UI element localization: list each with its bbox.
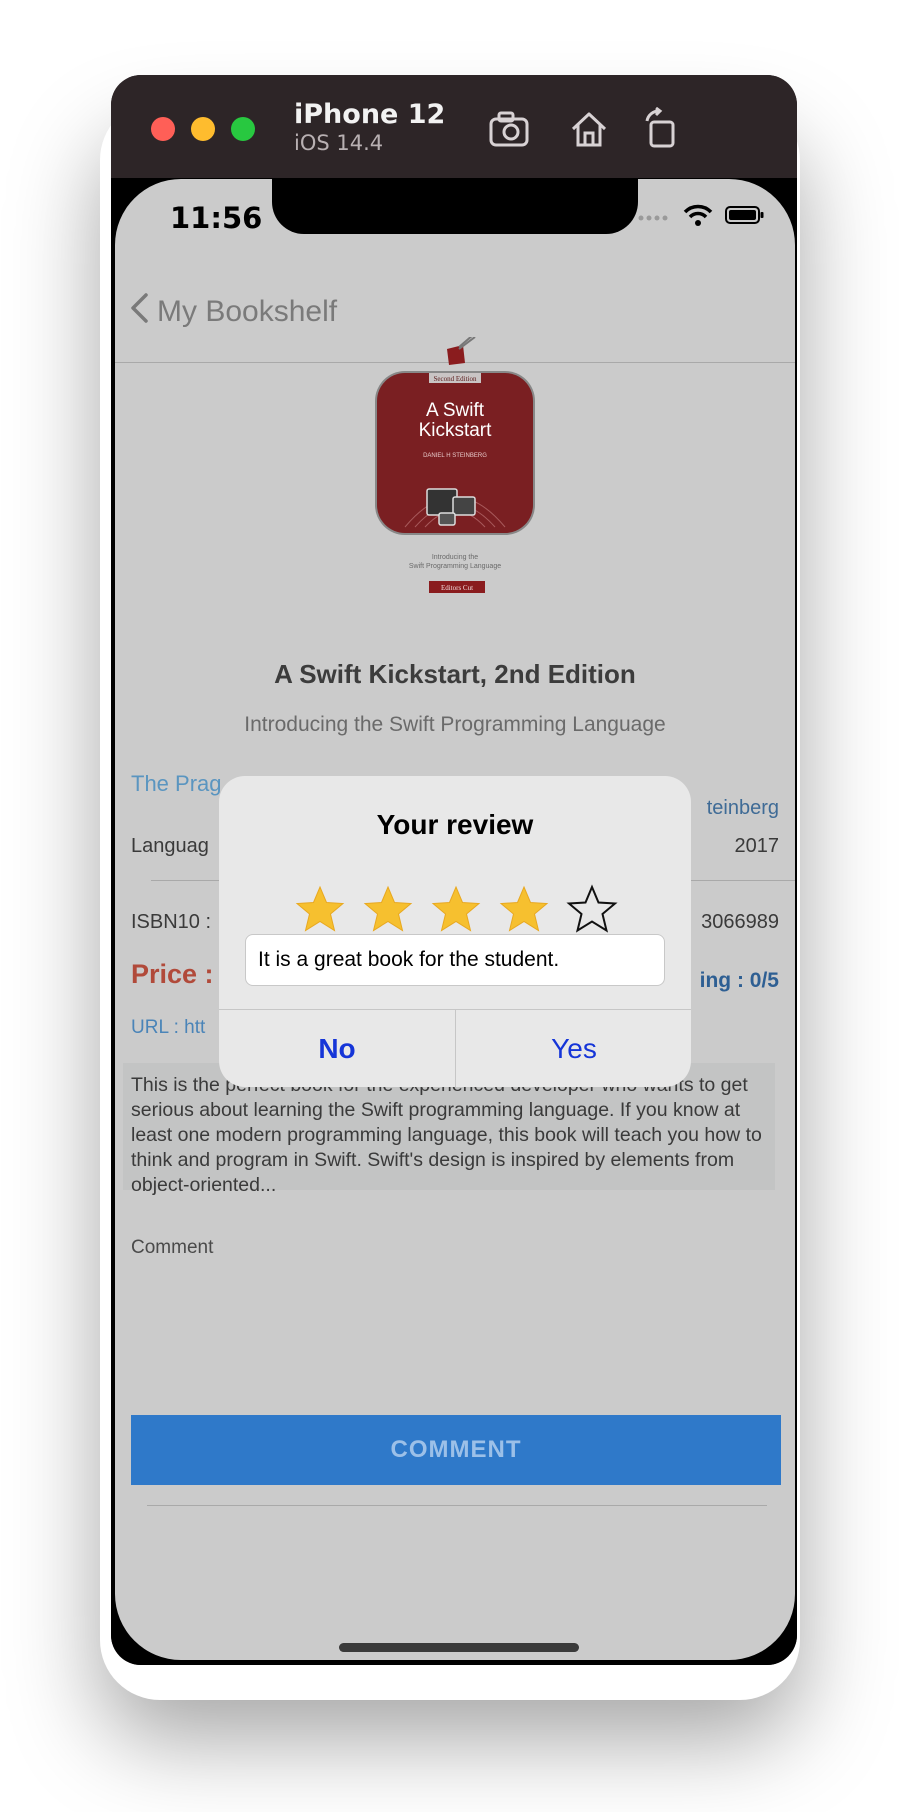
home-icon[interactable] bbox=[565, 105, 613, 153]
minimize-window-button[interactable] bbox=[191, 117, 215, 141]
notch bbox=[272, 179, 638, 234]
publish-year: 2017 bbox=[734, 835, 780, 857]
comment-label: Comment bbox=[131, 1237, 214, 1258]
cover-title-line2: Kickstart bbox=[419, 420, 493, 441]
chevron-left-icon bbox=[129, 292, 149, 332]
language-label: Languag bbox=[131, 835, 209, 857]
yes-button[interactable]: Yes bbox=[456, 1010, 691, 1087]
status-time: 11:56 bbox=[170, 201, 263, 235]
book-subtitle: Introducing the Swift Programming Langua… bbox=[244, 713, 666, 736]
url-link[interactable]: URL : htt bbox=[131, 1017, 205, 1039]
cover-author: DANIEL H STEINBERG bbox=[423, 453, 487, 459]
zoom-window-button[interactable] bbox=[231, 117, 255, 141]
rating-value: ing : 0/5 bbox=[699, 969, 779, 992]
review-dialog: Your review No Yes bbox=[219, 776, 691, 1087]
star-rating[interactable] bbox=[294, 884, 618, 936]
wifi-icon bbox=[683, 203, 713, 232]
rotate-icon[interactable] bbox=[637, 105, 685, 153]
cover-title-line1: A Swift bbox=[426, 400, 485, 421]
author-link[interactable]: teinberg bbox=[707, 797, 779, 820]
back-button[interactable]: My Bookshelf bbox=[129, 292, 337, 332]
cover-intro-line2: Swift Programming Language bbox=[409, 563, 501, 570]
isbn13-value: 3066989 bbox=[701, 911, 779, 933]
publisher-link[interactable]: The Prag bbox=[131, 771, 222, 797]
star-filled-icon[interactable] bbox=[498, 884, 550, 936]
simulator-window: iPhone 12 iOS 14.4 11:56 My Bookshelf Se… bbox=[111, 75, 797, 1665]
signal-icon bbox=[637, 209, 671, 227]
isbn10-label: ISBN10 : bbox=[131, 911, 212, 933]
comment-button[interactable]: COMMENT bbox=[131, 1415, 781, 1485]
os-version: iOS 14.4 bbox=[294, 131, 384, 155]
battery-icon bbox=[725, 205, 765, 230]
device-name: iPhone 12 bbox=[294, 99, 446, 130]
dialog-title: Your review bbox=[376, 809, 534, 840]
cover-edition-tag: Second Edition bbox=[434, 375, 477, 383]
camera-icon[interactable] bbox=[485, 105, 533, 153]
cover-publisher-tag: Editors Cut bbox=[441, 584, 473, 592]
star-filled-icon[interactable] bbox=[362, 884, 414, 936]
star-empty-icon[interactable] bbox=[566, 884, 618, 936]
no-button[interactable]: No bbox=[219, 1010, 455, 1087]
star-filled-icon[interactable] bbox=[430, 884, 482, 936]
home-indicator[interactable] bbox=[339, 1643, 579, 1652]
cover-intro-line1: Introducing the bbox=[432, 554, 478, 561]
price-label: Price : bbox=[131, 959, 214, 989]
simulator-titlebar: iPhone 12 iOS 14.4 bbox=[111, 75, 797, 178]
back-label: My Bookshelf bbox=[157, 295, 338, 328]
book-title: A Swift Kickstart, 2nd Edition bbox=[274, 659, 636, 689]
star-filled-icon[interactable] bbox=[294, 884, 346, 936]
review-input[interactable] bbox=[245, 934, 665, 986]
divider bbox=[147, 1505, 767, 1506]
device-screen: 11:56 My Bookshelf Second Edition A Swif… bbox=[115, 179, 795, 1660]
close-window-button[interactable] bbox=[151, 117, 175, 141]
status-icons bbox=[637, 203, 765, 232]
book-cover: Second Edition A Swift Kickstart DANIEL … bbox=[355, 334, 555, 617]
